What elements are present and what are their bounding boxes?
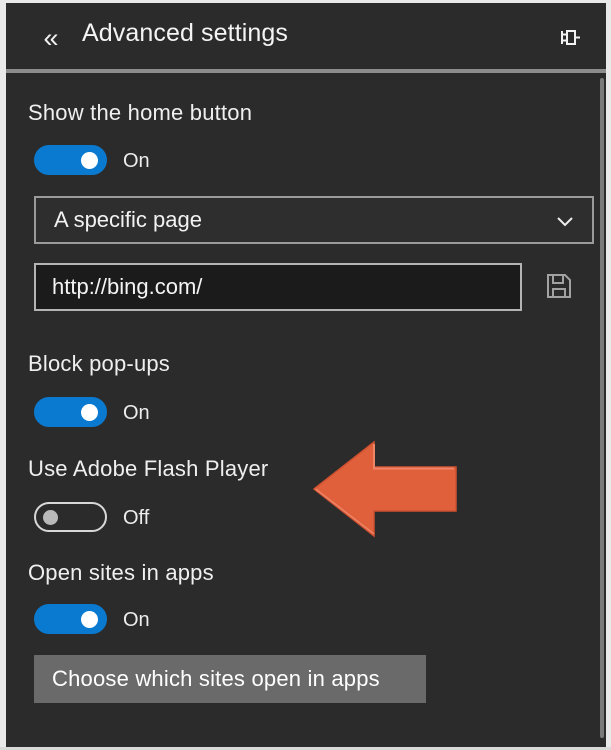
home-page-select[interactable]: A specific page [34, 196, 594, 244]
header-divider [6, 69, 606, 73]
toggle-knob [81, 611, 98, 628]
toggle-knob [43, 510, 58, 525]
toggle-knob [81, 152, 98, 169]
advanced-settings-panel: « Advanced settings Show the home button… [0, 0, 611, 750]
setting-label-show-home-button: Show the home button [28, 100, 253, 125]
setting-label-open-sites-in-apps: Open sites in apps [28, 560, 214, 585]
page-title: Advanced settings [82, 19, 288, 47]
setting-label-use-adobe-flash-player: Use Adobe Flash Player [28, 456, 269, 481]
toggle-open-sites-in-apps[interactable] [34, 604, 107, 634]
toggle-knob [81, 404, 98, 421]
home-page-url-value: http://bing.com/ [52, 274, 203, 299]
save-home-page-button[interactable] [544, 271, 574, 301]
scrollbar-thumb[interactable] [600, 78, 604, 738]
double-chevron-left-icon: « [43, 22, 59, 53]
home-page-select-value: A specific page [54, 207, 202, 232]
chevron-down-icon [554, 211, 576, 233]
settings-scroll-pane: Show the home button On A specific page … [6, 73, 606, 747]
toggle-state-open-sites-in-apps: On [123, 609, 150, 631]
toggle-block-popups[interactable] [34, 397, 107, 427]
toggle-use-adobe-flash-player[interactable] [34, 502, 107, 532]
setting-label-block-popups: Block pop-ups [28, 351, 171, 376]
choose-which-sites-open-in-apps-button[interactable]: Choose which sites open in apps [34, 655, 426, 703]
pin-icon [561, 30, 580, 45]
window-frame-top [0, 0, 611, 3]
back-button[interactable]: « [34, 21, 68, 55]
home-page-url-input[interactable]: http://bing.com/ [34, 263, 522, 311]
window-frame-right [606, 0, 611, 750]
pin-button[interactable] [550, 21, 584, 55]
save-floppy-icon [547, 274, 571, 298]
toggle-show-home-button[interactable] [34, 145, 107, 175]
toggle-state-show-home-button: On [123, 150, 150, 172]
panel-header: « Advanced settings [6, 3, 606, 71]
window-frame-left [0, 0, 6, 750]
toggle-state-block-popups: On [123, 402, 150, 424]
toggle-state-use-adobe-flash-player: Off [123, 507, 150, 529]
